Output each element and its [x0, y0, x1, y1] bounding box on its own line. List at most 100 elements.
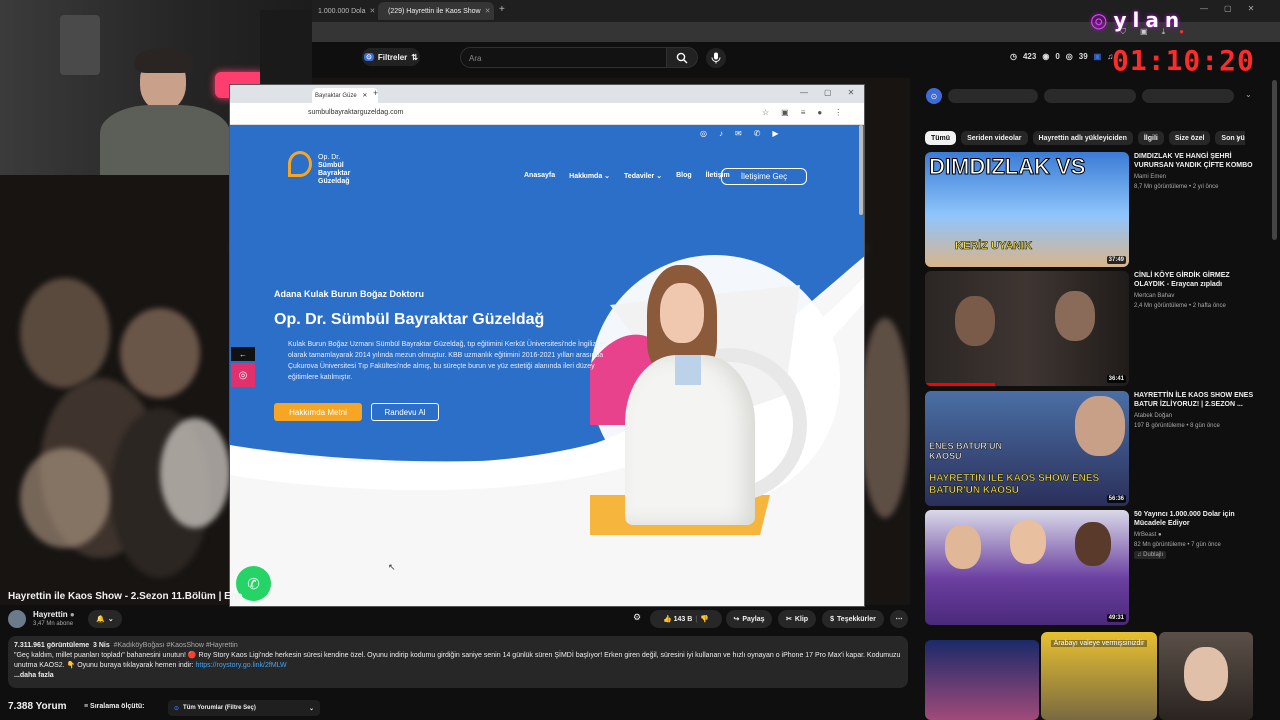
appointment-button[interactable]: Randevu Al [371, 403, 439, 421]
browser-tab-active[interactable]: (229) Hayrettin ile Kaos Show ✕ [378, 2, 494, 20]
minimize-icon[interactable]: — [800, 88, 808, 97]
description-link[interactable]: https://roystory.go.link/2fMLW [195, 662, 286, 669]
blurred-pill[interactable] [948, 89, 1038, 103]
hashtags[interactable]: #KadıköyBoğası #KaosShow #Hayrettin [114, 642, 238, 649]
video-duration: 49:31 [1106, 614, 1126, 622]
subscribe-bell-button[interactable]: 🔔 ⌄ [88, 610, 122, 628]
description-box[interactable]: 7.311.961 görüntüleme 3 Nis #KadıköyBoğa… [8, 636, 908, 688]
chip-series[interactable]: Seriden videolar [961, 131, 1028, 145]
video-title[interactable]: DIMDIZLAK VE HANGİ ŞEHRİ VURURSAN YANDIK… [1134, 152, 1256, 170]
star-icon[interactable]: ☆ [762, 108, 769, 117]
new-tab-icon[interactable]: + [373, 88, 378, 98]
share-button[interactable]: ↪ Paylaş [726, 610, 772, 628]
close-icon[interactable]: ✕ [485, 7, 491, 15]
list-item[interactable]: ENES BATUR'UN KAOSU HAYRETTİN İLE KAOS S… [925, 391, 1275, 506]
profile-icon[interactable]: ● [817, 108, 822, 117]
thumbnail-subtext: HAYRETTİN İLE KAOS SHOW ENES BATUR'UN KA… [929, 473, 1100, 496]
more-actions-button[interactable]: ⋯ [890, 610, 908, 628]
like-button[interactable]: 👍 143 B [663, 615, 692, 623]
app-icon[interactable]: ⚙ [633, 612, 641, 623]
chip-uploader[interactable]: Hayrettin adlı yükleyiciden [1032, 131, 1133, 145]
video-channel[interactable]: MrBeast ● [1134, 532, 1162, 538]
nav-label: Tedaviler [624, 173, 655, 180]
about-button[interactable]: Hakkımda Metni [274, 403, 362, 421]
video-thumbnail[interactable]: 49:31 [925, 510, 1129, 625]
close-icon[interactable]: ✕ [362, 93, 367, 99]
maximize-icon[interactable]: ▢ [1224, 4, 1232, 13]
search-button[interactable] [666, 47, 698, 68]
list-item[interactable]: 36:41 CİNLİ KÖYE GİRDİK GİRMEZ OLAYDIK -… [925, 271, 1275, 386]
site-logo[interactable]: Op. Dr. Sümbül Bayraktar Güzeldağ [318, 154, 350, 186]
tiktok-icon[interactable]: ♪ [719, 129, 723, 138]
video-channel[interactable]: Mertcan Bahav [1134, 293, 1174, 299]
extension-icon[interactable]: ▣ [781, 108, 789, 117]
new-tab-icon[interactable]: + [499, 4, 505, 15]
nav-about[interactable]: Hakkımda ⌄ [569, 172, 610, 180]
filter-label: Filtreler [377, 52, 408, 62]
microphone-button[interactable] [706, 48, 726, 68]
chevron-right-icon[interactable]: › [1236, 132, 1239, 143]
sidebar-scrollbar[interactable] [1272, 80, 1277, 240]
video-channel[interactable]: Mami Emen [1134, 174, 1166, 180]
mail-icon[interactable]: ✉ [735, 129, 742, 138]
chip-recent[interactable]: Son yü [1215, 131, 1245, 145]
contact-cta-button[interactable]: İletişime Geç [721, 168, 807, 185]
chip-related[interactable]: İlgili [1137, 131, 1164, 145]
show-more-link[interactable]: ...daha fazla [14, 671, 902, 681]
video-title[interactable]: 50 Yayıncı 1.000.000 Dolar için Mücadele… [1134, 510, 1256, 528]
short-thumbnail[interactable]: Arabayı valeye vermişsinizdir [1041, 632, 1157, 720]
comment-filter-select[interactable]: ⊙ Tüm Yorumlar (Filtre Seç) ⌄ [168, 700, 320, 716]
clip-button[interactable]: ✂ Klip [778, 610, 816, 628]
phone-icon[interactable]: ✆ [754, 129, 761, 138]
sort-button[interactable]: ≡ Sıralama ölçütü: [84, 703, 145, 710]
minimize-icon[interactable]: — [1200, 4, 1208, 13]
chip-for-you[interactable]: Size özel [1168, 131, 1211, 145]
short-thumbnail[interactable] [925, 640, 1039, 720]
close-icon[interactable]: ✕ [1248, 4, 1255, 13]
more-icon[interactable]: ⋮ [834, 108, 842, 117]
video-thumbnail[interactable]: ENES BATUR'UN KAOSU HAYRETTİN İLE KAOS S… [925, 391, 1129, 506]
comment-filter-label: Tüm Yorumlar (Filtre Seç) [183, 705, 256, 711]
video-channel[interactable]: Atabek Doğan [1134, 413, 1172, 419]
search-input[interactable]: Ara [460, 47, 668, 68]
nav-home[interactable]: Anasayfa [524, 172, 555, 180]
share-label: Paylaş [742, 615, 765, 623]
list-item[interactable]: 49:31 50 Yayıncı 1.000.000 Dolar için Mü… [925, 510, 1275, 625]
filter-button[interactable]: ⊙ Filtreler ⇅ [362, 48, 420, 66]
youtube-icon[interactable]: ▶ [772, 129, 778, 138]
maximize-icon[interactable]: ▢ [824, 88, 832, 97]
video-title[interactable]: CİNLİ KÖYE GİRDİK GİRMEZ OLAYDIK - Erayc… [1134, 271, 1256, 289]
nav-blog[interactable]: Blog [676, 172, 692, 180]
video-thumbnail[interactable]: 36:41 [925, 271, 1129, 386]
upload-date: 3 Nis [92, 642, 110, 649]
instagram-icon[interactable]: ◎ [231, 363, 255, 387]
close-icon[interactable]: ✕ [369, 7, 375, 15]
close-icon[interactable]: ✕ [848, 88, 855, 97]
instagram-icon[interactable]: ◎ [700, 129, 707, 138]
chevron-down-icon[interactable]: ⌄ [1245, 90, 1252, 99]
blurred-pill[interactable] [1044, 89, 1136, 103]
chip-all[interactable]: Tümü [925, 131, 957, 145]
video-title[interactable]: HAYRETTİN İLE KAOS SHOW ENES BATUR İZLİY… [1134, 391, 1256, 409]
embedded-tab[interactable]: Bayraktar Güze ✕ [312, 88, 378, 103]
eye-icon: ◉ [1042, 52, 1050, 61]
list-item[interactable]: DIMDIZLAK VS KERİZ UYANIK 37:49 DIMDIZLA… [925, 152, 1275, 267]
channel-name[interactable]: Hayrettin ● [33, 610, 75, 619]
app-icon[interactable]: ▣ [1094, 52, 1102, 61]
menu-icon[interactable]: ≡ [801, 108, 806, 117]
verified-icon: ● [1158, 532, 1162, 538]
extension-icon[interactable]: ⊙ [926, 88, 942, 104]
back-arrow-icon[interactable]: ← [231, 347, 255, 361]
channel-text: Atabek Doğan [1134, 413, 1173, 419]
channel-avatar[interactable] [8, 610, 26, 628]
embedded-scrollbar[interactable] [859, 125, 863, 215]
url-field[interactable]: sumbulbayraktarguzeldag.com [308, 109, 403, 116]
doctor-photo [625, 265, 755, 525]
thanks-button[interactable]: $ Teşekkürler [822, 610, 884, 628]
browser-tab[interactable]: 1.000.000 Dola ✕ [312, 2, 378, 20]
nav-treatments[interactable]: Tedaviler ⌄ [624, 172, 662, 180]
short-thumbnail[interactable] [1159, 632, 1253, 720]
blurred-pill[interactable] [1142, 89, 1234, 103]
dislike-icon[interactable]: 👎 [700, 615, 709, 623]
video-thumbnail[interactable]: DIMDIZLAK VS KERİZ UYANIK 37:49 [925, 152, 1129, 267]
